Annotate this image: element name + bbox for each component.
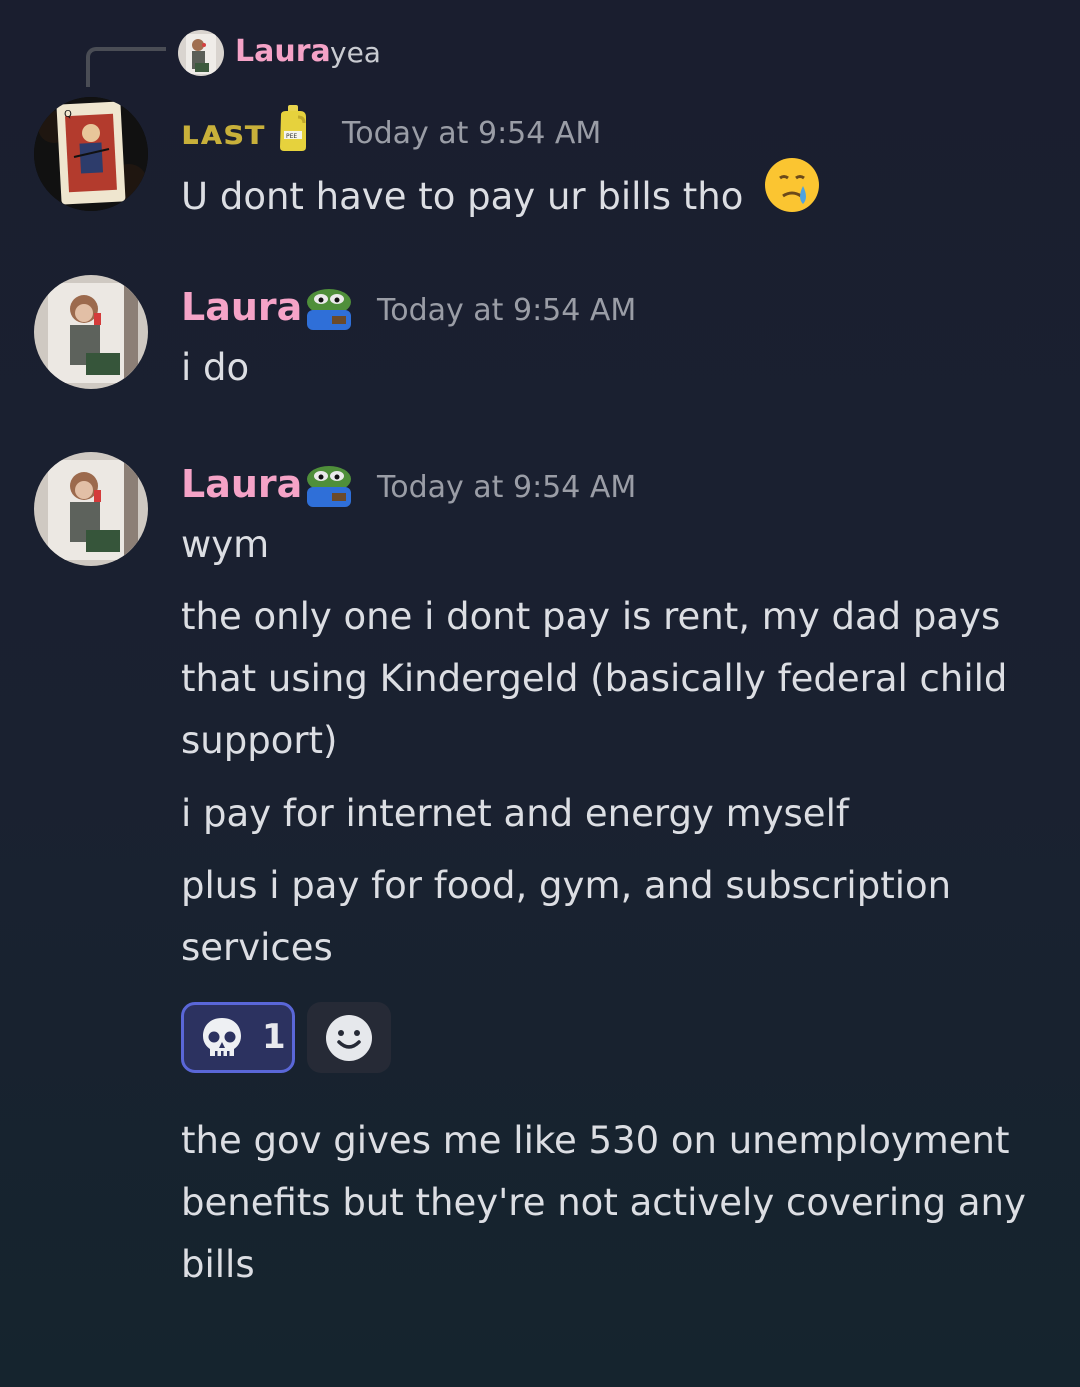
reaction-count: 1 (262, 1017, 286, 1057)
add-reaction-button[interactable] (307, 1002, 391, 1073)
crying-face-icon (763, 156, 821, 233)
smiley-add-reaction-icon (325, 1014, 373, 1066)
svg-text:PEE: PEE (286, 133, 297, 140)
message-line: wym (181, 523, 270, 566)
laura-avatar-image (178, 30, 224, 76)
avatar-laura[interactable] (34, 275, 148, 389)
jug-badge-icon[interactable]: PEE (276, 103, 310, 157)
reply-preview-text[interactable]: yea (330, 36, 381, 69)
reply-author-name[interactable]: Laura (235, 34, 331, 69)
message-line: plus i pay for food, gym, and subscripti… (181, 864, 952, 969)
message-line: the gov gives me like 530 on unemploymen… (181, 1119, 1026, 1286)
message-content[interactable]: i pay for internet and energy myself (181, 783, 1051, 845)
message-content[interactable]: wym (181, 514, 1051, 576)
timestamp[interactable]: Today at 9:54 AM (377, 470, 636, 505)
author-name-last[interactable]: ʟᴀsᴛ (181, 113, 265, 153)
laura-avatar-image (34, 275, 148, 389)
pepe-badge-icon[interactable] (302, 286, 356, 336)
message-line: the only one i dont pay is rent, my dad … (181, 595, 1008, 762)
reply-avatar[interactable] (178, 30, 224, 76)
timestamp[interactable]: Today at 9:54 AM (377, 293, 636, 328)
message-content[interactable]: i do (181, 337, 1051, 399)
message-line: i pay for internet and energy myself (181, 792, 849, 835)
reaction-skull[interactable]: 1 (181, 1002, 295, 1073)
message-content[interactable]: the gov gives me like 530 on unemploymen… (181, 1110, 1051, 1296)
message-content[interactable]: the only one i dont pay is rent, my dad … (181, 586, 1051, 772)
svg-text:Q: Q (64, 109, 72, 120)
laura-avatar-image (34, 452, 148, 566)
message-line: i do (181, 346, 250, 389)
timestamp[interactable]: Today at 9:54 AM (342, 116, 601, 151)
reply-connector-line (86, 47, 166, 87)
message-line: U dont have to pay ur bills tho (181, 175, 744, 218)
pepe-badge-icon[interactable] (302, 463, 356, 513)
last-avatar-image: Q (34, 97, 148, 211)
author-name-laura[interactable]: Laura (181, 285, 302, 329)
message-content[interactable]: U dont have to pay ur bills tho (181, 158, 1051, 237)
message-content[interactable]: plus i pay for food, gym, and subscripti… (181, 855, 1051, 979)
skull-icon (199, 1015, 245, 1065)
avatar-laura[interactable] (34, 452, 148, 566)
author-name-laura[interactable]: Laura (181, 462, 302, 506)
avatar-last[interactable]: Q (34, 97, 148, 211)
